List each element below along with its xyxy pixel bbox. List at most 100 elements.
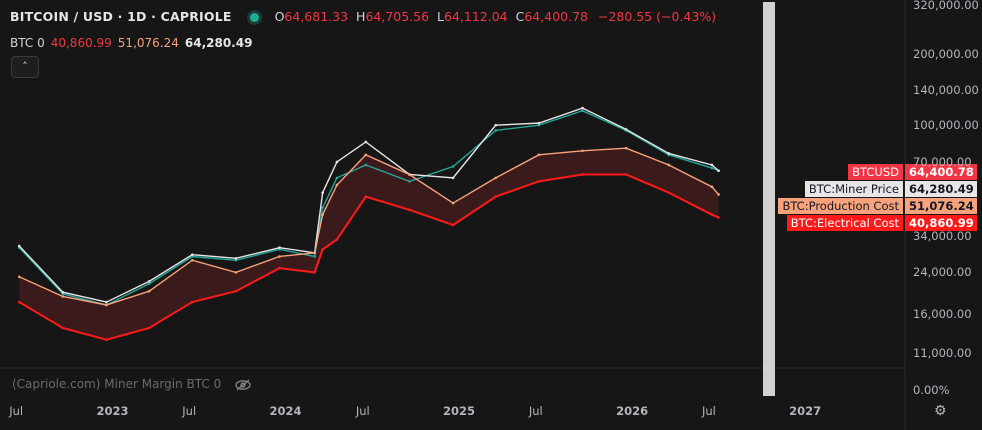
data-point-btc-electrical-cost-19 — [717, 216, 720, 219]
data-point-btcusd-9 — [335, 176, 339, 180]
data-point-btc-electrical-cost-2 — [105, 338, 108, 341]
data-point-btc-electrical-cost-5 — [234, 289, 238, 293]
data-point-btc-miner-price-10 — [364, 140, 368, 144]
x-tick-label: Jul — [182, 404, 197, 418]
data-point-btc-miner-price-12 — [451, 176, 455, 180]
data-point-btc-miner-price-14 — [537, 121, 541, 125]
low-label: L — [437, 9, 445, 24]
data-point-btc-miner-price-1 — [61, 290, 65, 294]
data-point-btc-miner-price-9 — [335, 160, 339, 164]
data-point-btc-miner-price-15 — [581, 106, 584, 110]
data-point-btc-miner-price-19 — [717, 169, 720, 173]
date-range-highlight — [763, 2, 775, 396]
data-point-btc-electrical-cost-18 — [710, 213, 714, 216]
data-point-btc-miner-price-3 — [147, 280, 151, 283]
data-point-btc-electrical-cost-15 — [581, 173, 584, 176]
x-tick-label: 2026 — [616, 404, 649, 418]
data-point-btc-miner-price-13 — [494, 123, 498, 127]
high-value: 64,705.56 — [365, 9, 430, 24]
data-point-btc-electrical-cost-4 — [190, 300, 194, 304]
data-point-btc-production-cost-12 — [451, 201, 455, 205]
data-point-btc-production-cost-17 — [667, 163, 671, 167]
data-point-btcusd-3 — [147, 282, 151, 286]
y-tick-label: 70,000.00 — [913, 154, 972, 169]
data-point-btc-production-cost-19 — [717, 193, 720, 196]
y-tick-label: 200,000.00 — [913, 46, 979, 61]
data-point-btc-electrical-cost-10 — [364, 195, 368, 198]
data-point-btc-electrical-cost-14 — [537, 180, 541, 183]
x-tick-label: 2025 — [443, 404, 476, 418]
data-point-btc-miner-price-0 — [17, 244, 21, 248]
data-point-btc-electrical-cost-3 — [147, 326, 151, 330]
price-label-value: 51,076.24 — [905, 198, 977, 214]
data-point-btc-production-cost-3 — [147, 289, 151, 293]
miner-price-value: 64,280.49 — [184, 36, 253, 50]
x-tick-label: 2027 — [789, 404, 822, 418]
data-point-btc-miner-price-8 — [321, 191, 324, 194]
price-label-name: BTCUSD — [848, 164, 903, 180]
data-point-btc-electrical-cost-9 — [335, 238, 339, 241]
data-point-btc-miner-price-4 — [190, 253, 194, 256]
data-point-btc-electrical-cost-12 — [451, 223, 455, 227]
gear-icon[interactable]: ⚙ — [934, 403, 947, 419]
x-tick-label: Jul — [528, 404, 543, 418]
data-point-btcusd-13 — [494, 129, 498, 132]
data-point-btc-production-cost-16 — [624, 146, 628, 150]
y-tick-label: 34,000.00 — [913, 229, 972, 244]
price-label-name: BTC:Electrical Cost — [786, 215, 903, 231]
data-point-btc-production-cost-6 — [278, 255, 281, 258]
collapse-legend-button[interactable]: ˄ — [11, 56, 39, 78]
y-tick-label: 24,000.00 — [913, 265, 972, 280]
x-tick-label: 2023 — [96, 404, 129, 418]
data-point-btcusd-15 — [581, 109, 584, 113]
data-point-btcusd-12 — [451, 165, 455, 168]
indicator-legend[interactable]: BTC 0 40,860.99 51,076.24 64,280.49 — [10, 36, 252, 50]
data-point-btc-miner-price-18 — [710, 163, 714, 167]
lower-pane-legend[interactable]: (Capriole.com) Miner Margin BTC 0 — [12, 377, 251, 392]
y-tick-label: 100,000.00 — [913, 118, 979, 133]
change-value: −280.55 (−0.43%) — [597, 9, 717, 24]
data-point-btc-production-cost-4 — [190, 258, 194, 262]
price-label-name: BTC:Production Cost — [778, 198, 903, 214]
price-label-value: 64,280.49 — [905, 181, 977, 197]
data-point-btcusd-11 — [408, 180, 411, 183]
x-tick-label: Jul — [355, 404, 370, 418]
close-value: 64,400.78 — [524, 9, 588, 24]
data-point-btc-production-cost-14 — [537, 153, 541, 157]
indicator-name: BTC 0 — [10, 36, 45, 50]
eye-off-icon[interactable] — [235, 377, 251, 392]
data-point-btcusd-7 — [313, 255, 316, 258]
data-point-btc-production-cost-8 — [321, 213, 324, 216]
lower-pane-axis-label: 0.00% — [913, 383, 950, 397]
chevron-up-icon: ˄ — [22, 60, 28, 73]
y-tick-label: 16,000.00 — [913, 307, 972, 322]
data-point-btc-production-cost-18 — [710, 185, 714, 189]
data-point-btc-production-cost-13 — [494, 176, 498, 180]
production-cost-value: 51,076.24 — [117, 36, 179, 50]
x-tick-label: 2024 — [269, 404, 302, 418]
open-label: O — [274, 9, 285, 24]
data-point-btc-miner-price-6 — [278, 246, 281, 249]
data-point-btc-electrical-cost-7 — [313, 271, 316, 274]
data-point-btc-electrical-cost-1 — [61, 326, 65, 330]
data-point-btc-electrical-cost-0 — [17, 300, 21, 304]
data-point-btc-production-cost-7 — [313, 251, 316, 255]
data-point-btc-production-cost-2 — [105, 303, 108, 307]
x-tick-label: Jul — [9, 404, 24, 418]
data-point-btc-electrical-cost-17 — [667, 191, 671, 194]
data-point-btc-miner-price-16 — [624, 128, 628, 131]
symbol-title[interactable]: BITCOIN / USD · 1D · CAPRIOLE — [10, 9, 232, 24]
open-value: 64,681.33 — [284, 9, 349, 24]
data-point-btc-miner-price-2 — [105, 300, 108, 304]
y-tick-label: 320,000.00 — [913, 0, 979, 13]
electrical-cost-value: 40,860.99 — [50, 36, 112, 50]
data-point-btc-miner-price-17 — [667, 152, 671, 155]
data-point-btc-production-cost-11 — [408, 173, 411, 176]
data-point-btc-production-cost-0 — [17, 275, 21, 279]
data-point-btc-miner-price-5 — [234, 257, 238, 260]
data-point-btc-production-cost-9 — [335, 183, 339, 187]
data-point-btc-production-cost-10 — [364, 153, 368, 157]
data-point-btc-production-cost-15 — [581, 149, 584, 153]
market-status-icon — [249, 13, 259, 22]
data-point-btc-production-cost-5 — [234, 271, 238, 274]
